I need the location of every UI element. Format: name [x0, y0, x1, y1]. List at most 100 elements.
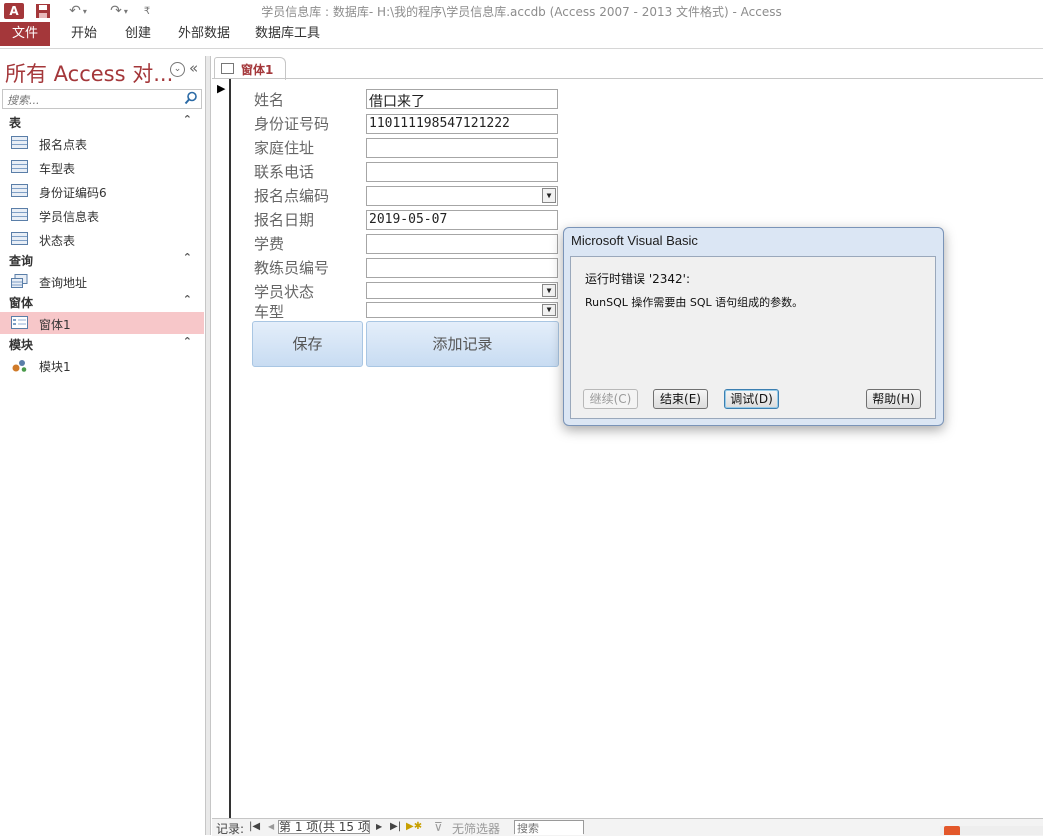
record-navigation-bar: 记录: |◀ ◀ 第 1 项(共 15 项 ▶ ▶| ▶✱ ⊽ 无筛选器	[212, 818, 1043, 836]
nav-group-modules[interactable]: 模块 ⌃	[0, 335, 204, 353]
table-icon	[11, 232, 28, 245]
chevron-up-icon[interactable]: ⌃	[183, 293, 192, 306]
nav-group-forms[interactable]: 窗体 ⌃	[0, 293, 204, 311]
help-button[interactable]: 帮助(H)	[866, 389, 921, 409]
nav-item-table[interactable]: 学员信息表	[0, 204, 204, 226]
vba-error-dialog: Microsoft Visual Basic 运行时错误 '2342': Run…	[563, 227, 944, 426]
nav-group-label: 查询	[9, 254, 34, 268]
error-message-text: RunSQL 操作需要由 SQL 语句组成的参数。	[585, 296, 804, 309]
redo-icon[interactable]: ↷ ▾	[104, 1, 134, 21]
dropdown-arrow-icon[interactable]: ▼	[542, 188, 556, 203]
address-field[interactable]	[366, 138, 558, 158]
record-position-text: 第 1 项(共 15 项	[279, 820, 370, 834]
tab-create[interactable]: 创建	[113, 22, 163, 46]
nav-item-label: 学员信息表	[39, 210, 100, 224]
coach-id-field[interactable]	[366, 258, 558, 278]
ime-icon[interactable]	[944, 826, 960, 835]
record-search-box[interactable]	[514, 820, 584, 835]
nav-item-table[interactable]: 状态表	[0, 228, 204, 250]
nav-search-input[interactable]	[5, 91, 179, 109]
nav-group-label: 表	[9, 116, 22, 130]
dialog-title: Microsoft Visual Basic	[571, 233, 698, 248]
no-filter-label[interactable]: 无筛选器	[452, 820, 500, 837]
nav-item-query[interactable]: 查询地址	[0, 270, 204, 292]
nav-item-table[interactable]: 报名点表	[0, 132, 204, 154]
enroll-date-field[interactable]: 2019-05-07	[366, 210, 558, 230]
tab-home[interactable]: 开始	[59, 22, 109, 46]
table-icon	[11, 160, 28, 173]
taskbar-tray	[940, 826, 1043, 835]
tab-divider	[212, 78, 1043, 79]
customize-qat-icon[interactable]: ₹	[140, 1, 154, 21]
navigation-pane: 所有 Access 对... ⌄ « 表 ⌃ 报名点表 车型表 身份证编码6 学…	[0, 56, 206, 835]
undo-icon[interactable]: ↶ ▾	[63, 1, 93, 21]
nav-item-label: 窗体1	[39, 318, 71, 332]
nav-item-table[interactable]: 车型表	[0, 156, 204, 178]
nav-menu-icon[interactable]: ⌄	[170, 62, 185, 77]
end-button[interactable]: 结束(E)	[653, 389, 708, 409]
filter-icon[interactable]: ⊽	[434, 820, 443, 834]
label-vehicle-type: 车型	[254, 303, 285, 321]
window-title: 学员信息库 : 数据库- H:\我的程序\学员信息库.accdb (Access…	[261, 5, 782, 19]
nav-group-queries[interactable]: 查询 ⌃	[0, 251, 204, 269]
current-record-box[interactable]: 第 1 项(共 15 项	[278, 820, 370, 834]
label-id-number: 身份证号码	[254, 115, 330, 133]
first-record-icon[interactable]: |◀	[249, 821, 260, 832]
nav-item-module[interactable]: 模块1	[0, 354, 204, 376]
record-label: 记录:	[216, 822, 245, 836]
pane-splitter[interactable]	[206, 56, 211, 835]
access-app-icon[interactable]: A	[4, 3, 24, 19]
label-name: 姓名	[254, 91, 285, 109]
ribbon-divider	[0, 48, 1043, 49]
save-button[interactable]: 保存	[252, 321, 363, 367]
chevron-up-icon[interactable]: ⌃	[183, 335, 192, 348]
student-status-combo[interactable]: ▼	[366, 282, 558, 299]
dropdown-arrow-icon[interactable]: ▼	[542, 284, 556, 297]
debug-button[interactable]: 调试(D)	[724, 389, 779, 409]
record-selector[interactable]: ▶	[213, 79, 231, 819]
tab-external-data[interactable]: 外部数据	[166, 22, 242, 46]
table-icon	[11, 184, 28, 197]
nav-search-box[interactable]	[2, 89, 202, 109]
id-number-field[interactable]: 110111198547121222	[366, 114, 558, 134]
ribbon-tabs: 文件 开始 创建 外部数据 数据库工具	[0, 22, 1043, 48]
new-record-icon[interactable]: ▶✱	[406, 821, 422, 832]
nav-pane-title[interactable]: 所有 Access 对...	[5, 58, 173, 88]
nav-group-tables[interactable]: 表 ⌃	[0, 113, 204, 131]
enroll-point-code-combo[interactable]: ▼	[366, 186, 558, 206]
phone-field[interactable]	[366, 162, 558, 182]
tab-form1[interactable]: 窗体1	[214, 57, 286, 80]
previous-record-icon[interactable]: ◀	[268, 822, 274, 831]
record-search-input[interactable]	[515, 822, 583, 835]
error-number-text: 运行时错误 '2342':	[585, 272, 690, 286]
dropdown-arrow-icon[interactable]: ▼	[542, 304, 556, 316]
vehicle-type-combo[interactable]: ▼	[366, 302, 558, 318]
form-icon	[11, 316, 28, 329]
next-record-icon[interactable]: ▶	[376, 822, 382, 831]
nav-item-table[interactable]: 身份证编码6	[0, 180, 204, 202]
chevron-up-icon[interactable]: ⌃	[183, 251, 192, 264]
current-record-arrow-icon: ▶	[217, 82, 226, 95]
collapse-pane-icon[interactable]: «	[189, 59, 198, 77]
tab-database-tools[interactable]: 数据库工具	[243, 22, 332, 46]
nav-item-label: 查询地址	[39, 276, 88, 290]
name-field[interactable]: 借口来了	[366, 89, 558, 109]
label-student-status: 学员状态	[254, 283, 315, 301]
search-icon[interactable]	[184, 91, 198, 108]
nav-item-label: 状态表	[39, 234, 76, 248]
nav-item-form-selected[interactable]: 窗体1	[0, 312, 204, 334]
label-enroll-date: 报名日期	[254, 211, 315, 229]
add-record-button[interactable]: 添加记录	[366, 321, 559, 367]
save-icon[interactable]	[33, 1, 53, 21]
nav-group-label: 模块	[9, 338, 34, 352]
table-icon	[11, 136, 28, 149]
chevron-up-icon[interactable]: ⌃	[183, 113, 192, 126]
query-icon	[11, 274, 28, 288]
tab-file[interactable]: 文件	[0, 22, 50, 46]
label-enroll-point-code: 报名点编码	[254, 187, 330, 205]
label-phone: 联系电话	[254, 163, 315, 181]
tuition-field[interactable]	[366, 234, 558, 254]
last-record-icon[interactable]: ▶|	[390, 821, 401, 832]
label-coach-id: 教练员编号	[254, 259, 330, 277]
dialog-body: 运行时错误 '2342': RunSQL 操作需要由 SQL 语句组成的参数。 …	[570, 256, 936, 419]
